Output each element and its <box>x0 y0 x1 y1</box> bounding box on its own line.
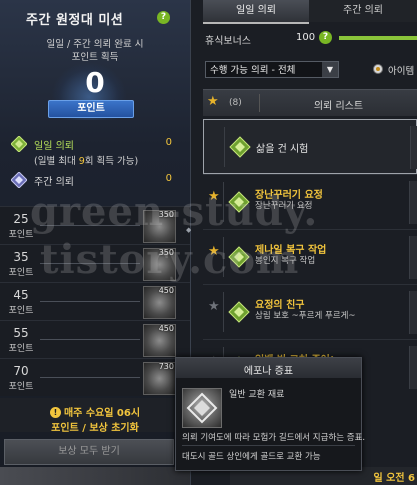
quest-item[interactable]: 삶을 건 시험 <box>203 119 417 174</box>
quest-title: 삶을 건 시험 <box>256 144 309 155</box>
quest-reward-slot <box>410 126 417 169</box>
divider <box>40 225 140 226</box>
rest-bonus-fill <box>339 36 417 40</box>
token-emblem-icon <box>186 392 218 424</box>
quest-reward-slot <box>409 291 417 334</box>
tooltip-header: 에포나 증표 <box>176 358 361 378</box>
rest-bonus-help-icon[interactable]: ? <box>319 31 332 44</box>
weekly-quest-label: 주간 의뢰 <box>34 177 74 188</box>
reward-unit: 포인트 <box>8 344 34 354</box>
favorite-count: (8) <box>229 98 242 108</box>
daily-quest-icon <box>228 191 250 213</box>
reward-row: 25 포인트 350 <box>0 206 190 245</box>
weekly-quest-icon <box>11 172 27 188</box>
quest-list-header: ★ (8) 의뢰 리스트 <box>203 89 417 116</box>
divider <box>224 127 225 167</box>
reward-quantity: 350 <box>158 248 174 257</box>
mission-description-line1: 일일 / 주간 의뢰 완료 시 <box>46 39 144 50</box>
rest-bonus-label: 휴식보너스 <box>205 36 251 47</box>
reward-threshold: 35 <box>13 250 29 264</box>
reset-description: 포인트 / 보상 초기화 <box>51 423 139 434</box>
epona-token-icon <box>182 388 222 428</box>
quest-subtitle: 삼림 보호 ~푸르게 푸르게~ <box>255 311 356 321</box>
reward-quantity: 730 <box>158 362 174 371</box>
points-label: 포인트 <box>48 100 134 118</box>
warning-icon: ! <box>49 407 61 418</box>
daily-quest-icon <box>11 136 27 152</box>
quest-list-title: 의뢰 리스트 <box>313 101 364 112</box>
daily-quest-row: 일일 의뢰 0 <box>8 136 184 152</box>
item-filter-label: 아이템 <box>388 66 415 77</box>
weekly-quest-row: 주간 의뢰 0 <box>8 172 184 188</box>
claim-all-rewards-button[interactable]: 보상 모두 받기 <box>4 439 174 465</box>
help-icon[interactable]: ? <box>157 11 170 24</box>
tooltip-title: 에포나 증표 <box>243 366 294 377</box>
reward-unit: 포인트 <box>8 306 34 316</box>
divider <box>40 377 140 378</box>
item-type: 일반 교환 재료 <box>229 390 285 400</box>
reward-quantity: 450 <box>158 324 174 333</box>
reward-unit: 포인트 <box>8 268 34 278</box>
reward-quantity: 450 <box>158 286 174 295</box>
tab-weekly-quest[interactable]: 주간 의뢰 <box>309 0 417 22</box>
divider <box>40 339 140 340</box>
weekly-quest-value: 0 <box>165 173 172 184</box>
rest-bonus-bar <box>339 36 417 40</box>
rest-bonus-value: 100 <box>296 32 316 43</box>
divider <box>223 237 224 277</box>
quest-filter-value: 수행 가능 의뢰 - 전체 <box>210 65 296 76</box>
reward-row: 45 포인트 450 <box>0 282 190 321</box>
quest-item[interactable]: ★ 제나일 복구 작업 봉인지 복구 작업 <box>203 229 417 285</box>
daily-quest-icon <box>228 301 250 323</box>
chevron-down-icon[interactable]: ▼ <box>322 62 338 77</box>
star-icon[interactable]: ★ <box>207 94 219 109</box>
favorite-star-icon[interactable]: ★ <box>208 244 220 259</box>
reward-row: 70 포인트 730 <box>0 358 190 397</box>
reset-time-text: 일 오전 6 <box>373 473 415 484</box>
divider <box>223 292 224 332</box>
reward-threshold: 55 <box>13 326 29 340</box>
favorite-star-icon[interactable]: ★ <box>208 299 220 314</box>
tab-daily-quest[interactable]: 일일 의뢰 <box>203 0 309 24</box>
reward-threshold: 70 <box>13 364 29 378</box>
quest-item[interactable]: ★ 요정의 친구 삼림 보호 ~푸르게 푸르게~ <box>203 284 417 340</box>
reward-threshold: 25 <box>13 212 29 226</box>
favorite-star-icon[interactable]: ★ <box>208 189 220 204</box>
divider <box>40 301 140 302</box>
mission-description-line2: 포인트 획득 <box>71 52 119 63</box>
reward-list: 25 포인트 350 35 포인트 350 45 포인트 450 55 포인트 … <box>0 206 190 396</box>
expedition-mission-panel: 주간 원정대 미션 ? 일일 / 주간 의뢰 완료 시 포인트 획득 0 포인트… <box>0 0 191 485</box>
reset-time: ! 매주 수요일 06시 <box>0 404 190 419</box>
reward-unit: 포인트 <box>8 230 34 240</box>
item-filter-radio[interactable] <box>373 64 383 74</box>
reward-row: 55 포인트 450 <box>0 320 190 359</box>
item-tooltip: 에포나 증표 일반 교환 재료 의뢰 기여도에 따라 모험가 길드에서 지급하는… <box>175 357 366 471</box>
daily-quest-value: 0 <box>165 137 172 148</box>
panel-title: 주간 원정대 미션 <box>26 13 124 28</box>
quest-subtitle: 장난꾸러기 요정 <box>255 201 313 211</box>
title-bar: 주간 원정대 미션 ? <box>0 0 190 32</box>
daily-limit-note: (일별 최대 9회 획득 가능) <box>34 156 139 167</box>
quest-subtitle: 봉인지 복구 작업 <box>255 256 316 266</box>
bottom-strip <box>0 467 190 485</box>
item-description: 의뢰 기여도에 따라 모험가 길드에서 지급하는 증표. <box>182 433 366 443</box>
quest-item[interactable]: ★ 장난꾸러기 요정 장난꾸러기 요정 <box>203 174 417 230</box>
quest-reward-slot <box>409 346 417 389</box>
reward-row: 35 포인트 350 <box>0 244 190 283</box>
daily-quest-icon <box>228 246 250 268</box>
quest-reward-slot <box>409 236 417 279</box>
quest-filter-select[interactable]: 수행 가능 의뢰 - 전체 ▼ <box>205 61 339 78</box>
points-value: 0 <box>85 66 105 99</box>
quest-reward-slot <box>409 181 417 224</box>
divider <box>40 263 140 264</box>
reward-unit: 포인트 <box>8 382 34 392</box>
divider <box>182 445 355 446</box>
item-exchange-note: 대도시 골드 상인에게 골드로 교환 가능 <box>182 452 321 462</box>
reward-threshold: 45 <box>13 288 29 302</box>
daily-quest-icon <box>229 136 251 158</box>
reward-quantity: 350 <box>158 210 174 219</box>
daily-quest-label: 일일 의뢰 <box>34 141 74 152</box>
divider <box>223 182 224 222</box>
